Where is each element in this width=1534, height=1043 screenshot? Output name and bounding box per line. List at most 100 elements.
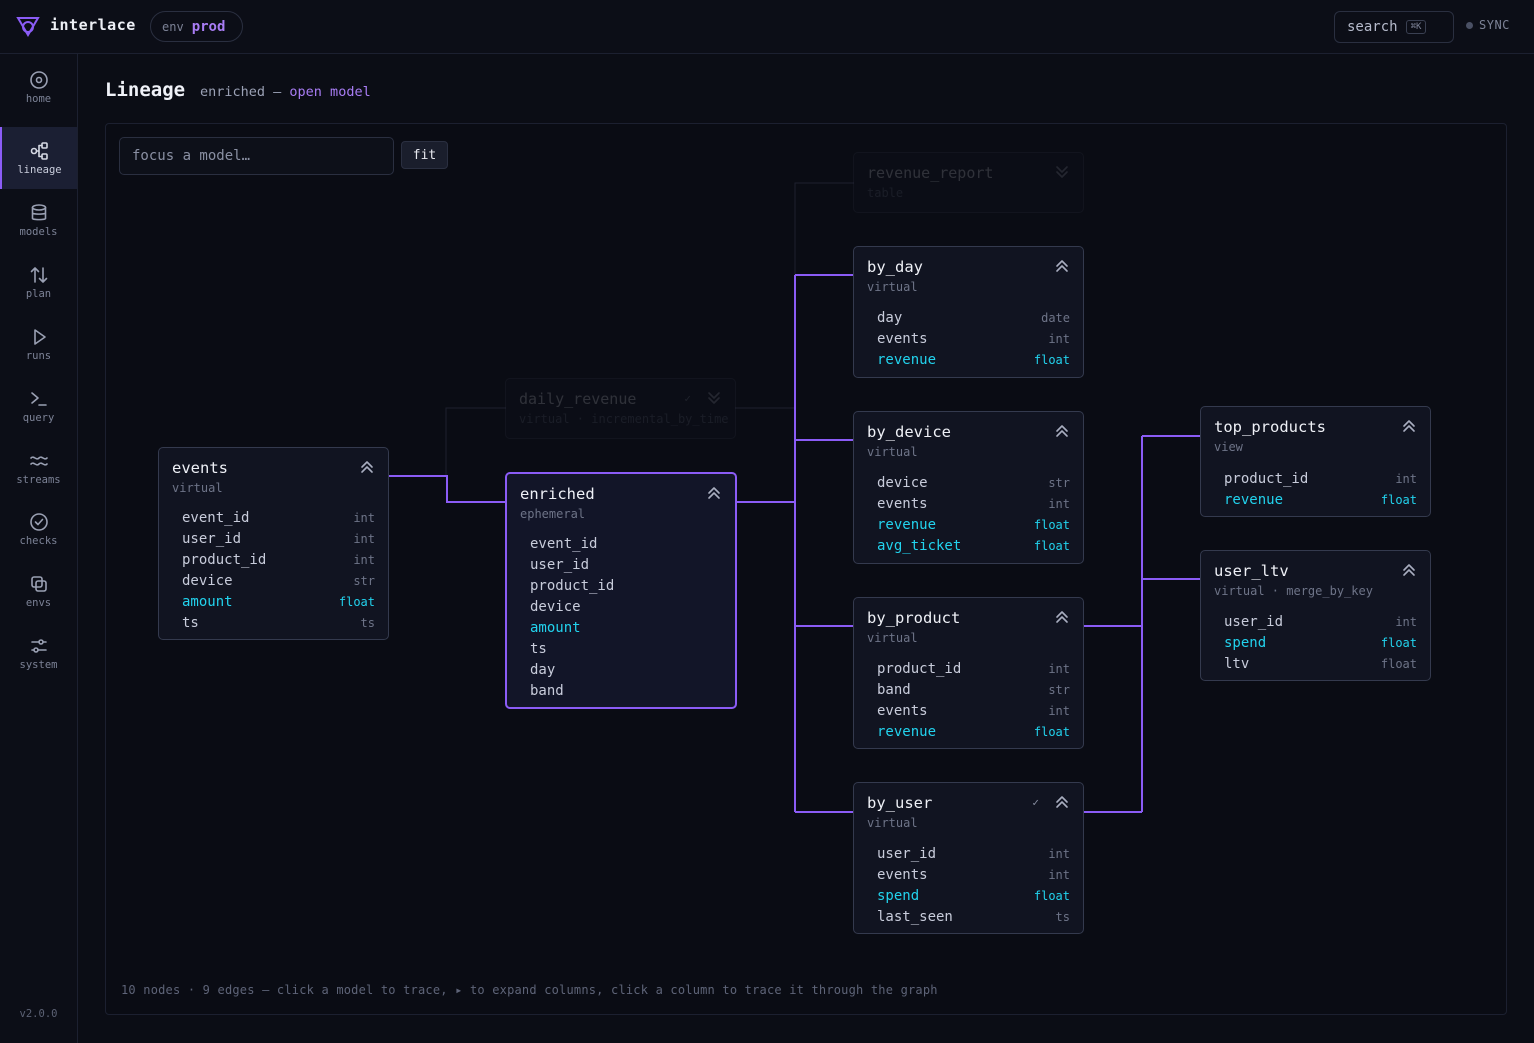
- node-top-products[interactable]: top_products view product_id int revenue f…: [1200, 406, 1431, 517]
- column-row[interactable]: band str: [877, 679, 1070, 700]
- node-events[interactable]: events virtual event_id int user_id int pr…: [158, 447, 389, 640]
- sync-dot-icon: [1466, 21, 1473, 29]
- node-kind: ephemeral: [520, 507, 586, 521]
- sidebar-item-system[interactable]: system: [0, 622, 77, 684]
- sync-status[interactable]: SYNC: [1466, 18, 1510, 32]
- expand-icon[interactable]: [1055, 164, 1071, 182]
- sidebar-item-home[interactable]: home: [0, 56, 77, 118]
- node-by-product[interactable]: by_product virtual product_id int band str…: [853, 597, 1084, 749]
- fit-button[interactable]: fit: [401, 141, 448, 169]
- collapse-icon[interactable]: [1402, 418, 1418, 436]
- node-title: events: [172, 459, 228, 477]
- collapse-icon[interactable]: [1055, 794, 1071, 812]
- column-row[interactable]: product_id int: [877, 658, 1070, 679]
- node-enriched[interactable]: enriched ephemeral event_id user_id prod…: [505, 472, 737, 709]
- column-row[interactable]: events int: [877, 328, 1070, 349]
- column-row-highlighted[interactable]: amount float: [182, 591, 375, 612]
- sidebar-item-envs[interactable]: envs: [0, 560, 77, 622]
- column-row[interactable]: last_seen ts: [877, 906, 1070, 927]
- column-row[interactable]: product_id int: [1224, 468, 1417, 489]
- sidebar-item-query[interactable]: query: [0, 375, 77, 437]
- collapse-icon[interactable]: [1055, 423, 1071, 441]
- column-row[interactable]: device: [530, 596, 722, 617]
- search-button[interactable]: search ⌘K: [1334, 11, 1454, 43]
- column-row[interactable]: day date: [877, 307, 1070, 328]
- sidebar-item-checks[interactable]: checks: [0, 498, 77, 560]
- sidebar-item-label: checks: [19, 534, 58, 547]
- env-selector[interactable]: env prod: [150, 11, 243, 42]
- node-kind: virtual: [867, 445, 918, 459]
- column-row-highlighted[interactable]: amount: [530, 617, 722, 638]
- column-row-highlighted[interactable]: spend float: [877, 885, 1070, 906]
- node-revenue-report[interactable]: revenue_report table: [853, 152, 1084, 213]
- sidebar-item-label: envs: [25, 596, 52, 609]
- lineage-icon: [30, 141, 48, 160]
- sidebar-item-plan[interactable]: plan: [0, 251, 77, 313]
- sidebar-item-label: plan: [25, 287, 52, 300]
- node-kind: virtual: [867, 280, 918, 294]
- node-title: revenue_report: [867, 164, 994, 182]
- node-daily-revenue[interactable]: daily_revenue virtual · incremental_by_t…: [505, 378, 736, 439]
- column-row[interactable]: event_id: [530, 533, 722, 554]
- env-label: env: [162, 19, 184, 34]
- node-by-device[interactable]: by_device virtual device str events int re…: [853, 411, 1084, 564]
- sidebar-item-models[interactable]: models: [0, 189, 77, 251]
- node-kind: view: [1214, 440, 1243, 454]
- top-bar: interlace env prod search ⌘K SYNC: [0, 0, 1534, 54]
- column-row[interactable]: device str: [182, 570, 375, 591]
- node-user-ltv[interactable]: user_ltv virtual · merge_by_key user_id i…: [1200, 550, 1431, 681]
- check-icon: ✓: [1032, 796, 1039, 809]
- column-row[interactable]: user_id int: [1224, 611, 1417, 632]
- column-row[interactable]: product_id: [530, 575, 722, 596]
- column-row[interactable]: user_id: [530, 554, 722, 575]
- collapse-icon[interactable]: [707, 485, 723, 503]
- collapse-icon[interactable]: [1402, 562, 1418, 580]
- check-circle-icon: [29, 512, 48, 531]
- sidebar-item-label: home: [25, 92, 52, 105]
- node-kind: virtual: [867, 816, 918, 830]
- expand-icon[interactable]: [707, 390, 723, 408]
- column-list: product_id int band str events int revenue f…: [877, 658, 1070, 742]
- column-row-highlighted[interactable]: revenue float: [877, 349, 1070, 370]
- column-row[interactable]: band: [530, 680, 722, 701]
- column-row[interactable]: ltv float: [1224, 653, 1417, 674]
- home-icon: [29, 70, 48, 89]
- column-row-highlighted[interactable]: revenue float: [877, 721, 1070, 742]
- node-by-day[interactable]: by_day virtual day date events int revenue…: [853, 246, 1084, 378]
- column-row-highlighted[interactable]: revenue float: [1224, 489, 1417, 510]
- sidebar-item-runs[interactable]: runs: [0, 313, 77, 375]
- node-title: enriched: [520, 485, 595, 503]
- column-row[interactable]: ts: [530, 638, 722, 659]
- column-list: device str events int revenue float avg_tic…: [877, 472, 1070, 556]
- interlace-logo-icon[interactable]: [15, 13, 41, 39]
- column-row[interactable]: user_id int: [182, 528, 375, 549]
- column-row[interactable]: event_id int: [182, 507, 375, 528]
- node-title: by_product: [867, 609, 961, 627]
- selected-model-label: enriched —: [200, 84, 282, 100]
- column-row[interactable]: events int: [877, 700, 1070, 721]
- column-row-highlighted[interactable]: avg_ticket float: [877, 535, 1070, 556]
- column-row-highlighted[interactable]: spend float: [1224, 632, 1417, 653]
- column-row[interactable]: product_id int: [182, 549, 375, 570]
- node-title: by_user: [867, 794, 933, 812]
- column-row[interactable]: events int: [877, 864, 1070, 885]
- column-row-highlighted[interactable]: revenue float: [877, 514, 1070, 535]
- sidebar-item-streams[interactable]: streams: [0, 437, 77, 499]
- open-model-link[interactable]: open model: [289, 84, 370, 100]
- copy-icon: [30, 575, 47, 592]
- sidebar-item-label: models: [19, 225, 58, 238]
- collapse-icon[interactable]: [1055, 258, 1071, 276]
- collapse-icon[interactable]: [360, 459, 376, 477]
- node-by-user[interactable]: by_user virtual ✓ user_id int events int s…: [853, 782, 1084, 934]
- sync-label: SYNC: [1479, 18, 1510, 32]
- column-row[interactable]: device str: [877, 472, 1070, 493]
- collapse-icon[interactable]: [1055, 609, 1071, 627]
- column-row[interactable]: user_id int: [877, 843, 1070, 864]
- sidebar-item-lineage[interactable]: lineage: [0, 127, 77, 189]
- column-row[interactable]: day: [530, 659, 722, 680]
- sidebar-item-label: streams: [16, 473, 61, 486]
- focus-model-input[interactable]: [119, 137, 394, 175]
- column-row[interactable]: events int: [877, 493, 1070, 514]
- column-row[interactable]: ts ts: [182, 612, 375, 633]
- node-title: by_device: [867, 423, 951, 441]
